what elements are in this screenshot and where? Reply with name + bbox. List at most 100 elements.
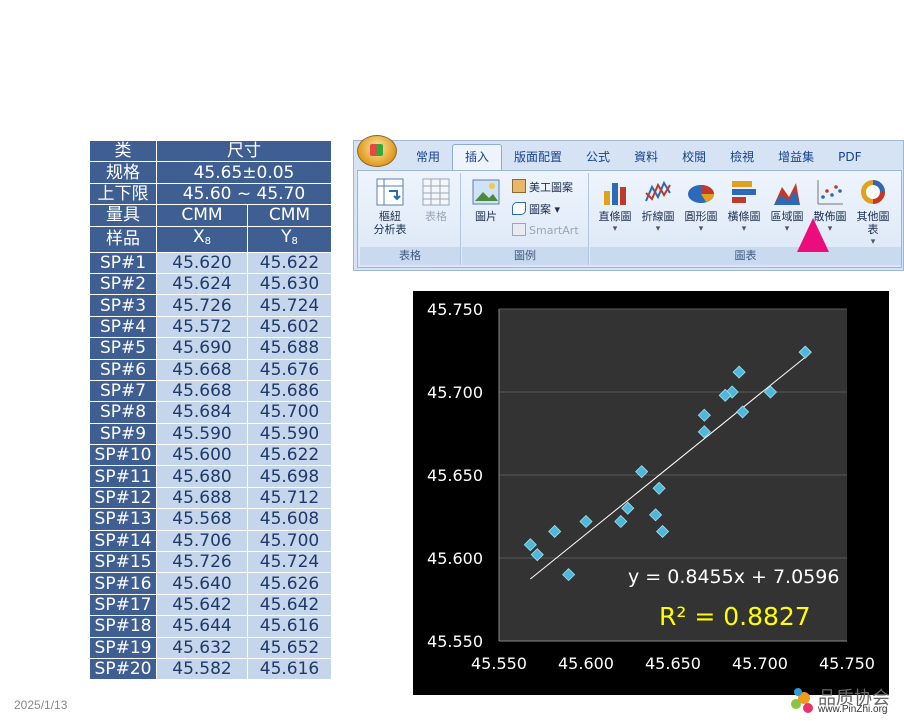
line-chart-icon [645,180,671,202]
chart-type-label: 其他圖表 [856,210,890,236]
table-row: SP#13 45.568 45.608 [89,508,332,531]
shapes-label: 圖案 [529,203,551,216]
chart-type-label: 橫條圖 [727,210,761,223]
y-value: 45.652 [247,636,332,659]
x-value: 45.668 [156,358,248,381]
table-row: SP#2 45.624 45.630 [89,272,332,296]
chart-type-button-line[interactable]: 折線圖 ▾ [637,177,679,236]
tab-4[interactable]: 資料 [622,144,670,170]
y-value: 45.688 [247,337,332,360]
shapes-button[interactable]: 圖案 ▾ [512,201,560,217]
header-spec-label: 规格 [89,161,157,184]
pivot-table-button[interactable]: 樞紐 分析表 [364,177,416,236]
tab-1[interactable]: 插入 [452,144,503,170]
scatter-chart: 45.550 45.600 45.650 45.700 45.750 45.550 45.6… [413,291,889,695]
table-row: SP#4 45.572 45.602 [89,315,332,339]
ribbon-tabs: 常用 插入 版面配置 公式 資料 校閱 檢視 增益集 PDF [404,144,874,170]
y-value: 45.630 [247,272,332,296]
sample-id: SP#2 [89,272,157,296]
x-value: 45.640 [156,572,248,595]
y-value: 45.686 [247,379,332,403]
y-value: 45.590 [247,422,332,446]
x-value: 45.644 [156,615,248,638]
y-value: 45.616 [247,657,332,681]
table-row: SP#5 45.690 45.688 [89,337,332,360]
table-row: SP#20 45.582 45.616 [89,657,332,681]
x-value: 45.582 [156,657,248,681]
table-label: 表格 [425,210,447,223]
sample-id: SP#20 [89,657,157,681]
x-tick-label: 45.600 [558,654,614,673]
x-value: 45.684 [156,401,248,424]
other-charts-icon [861,180,885,204]
dropdown-arrow-icon: ▾ [655,224,661,234]
chart-type-label: 直條圖 [598,210,632,223]
smartart-button[interactable]: SmartArt [512,223,579,237]
x-value: 45.706 [156,529,248,553]
sample-id: SP#6 [89,358,157,381]
office-button[interactable] [357,135,397,167]
table-row: SP#7 45.668 45.686 [89,379,332,403]
chart-type-button-other[interactable]: 其他圖表 ▾ [852,177,894,249]
chart-type-label: 折線圖 [641,210,675,223]
tab-0[interactable]: 常用 [404,144,452,170]
chart-type-button-bar[interactable]: 橫條圖 ▾ [723,177,765,236]
picture-button[interactable]: 圖片 [466,177,506,223]
x-tick-label: 45.550 [471,654,527,673]
table-row: SP#14 45.706 45.700 [89,529,332,553]
logo-url[interactable]: www.PinZhi.org [818,704,887,715]
y-tick-label: 45.600 [427,549,483,568]
y-value: 45.622 [247,251,332,274]
table-row: SP#8 45.684 45.700 [89,401,332,424]
x-value: 45.642 [156,593,248,617]
highlight-arrow [797,218,829,252]
y-value: 45.622 [247,444,332,467]
pie-chart-icon [688,185,714,203]
chart-type-button-pie[interactable]: 圓形圖 ▾ [680,177,722,236]
table-row: SP#1 45.620 45.622 [89,251,332,274]
tab-6[interactable]: 檢視 [718,144,766,170]
smartart-label: SmartArt [529,224,579,237]
scatter-chart-icon [817,180,843,205]
y-value: 45.698 [247,465,332,488]
header-dimension: 尺寸 [156,139,332,163]
x-value: 45.680 [156,465,248,488]
dropdown-arrow-icon: ▾ [612,224,618,234]
table-row: SP#10 45.600 45.622 [89,444,332,467]
clipart-button[interactable]: 美工圖案 [512,179,573,195]
sample-id: SP#7 [89,379,157,403]
tab-5[interactable]: 校閱 [670,144,718,170]
x-value: 45.726 [156,551,248,574]
table-row: SP#17 45.642 45.642 [89,593,332,617]
header-gauge-label: 量具 [89,204,157,227]
x-value: 45.690 [156,337,248,360]
header-sample-label: 样品 [89,225,157,253]
area-chart-icon [774,183,800,205]
clipart-label: 美工圖案 [529,181,573,194]
x-value: 45.590 [156,422,248,446]
tab-2[interactable]: 版面配置 [502,144,574,170]
group-label-charts: 圖表 [590,247,901,265]
y-tick-label: 45.650 [427,466,483,485]
table-row: SP#12 45.688 45.712 [89,486,332,510]
x-tick-label: 45.700 [732,654,788,673]
table-button[interactable]: 表格 [416,177,456,223]
header-col-x: X8 [156,225,248,253]
y-value: 45.700 [247,401,332,424]
tab-3[interactable]: 公式 [574,144,622,170]
measurement-table: 类 尺寸 规格 45.65±0.05 上下限 45.60 ~ 45.70 量具 … [89,139,332,681]
tab-7[interactable]: 增益集 [766,144,826,170]
sample-id: SP#5 [89,337,157,360]
shapes-icon [512,202,526,215]
tab-8[interactable]: PDF [826,144,873,170]
sample-id: SP#1 [89,251,157,274]
slide-date: 2025/1/13 [14,698,68,712]
table-row: SP#3 45.726 45.724 [89,294,332,317]
chart-type-button-column[interactable]: 直條圖 ▾ [594,177,636,236]
header-col-y: Y8 [247,225,332,253]
trendline-equation: y = 0.8455x + 7.0596 [628,566,839,588]
x-value: 45.572 [156,315,248,339]
header-gauge-x: CMM [156,204,248,227]
y-value: 45.676 [247,358,332,381]
group-tables: 樞紐 分析表 表格 表格 [360,173,461,265]
